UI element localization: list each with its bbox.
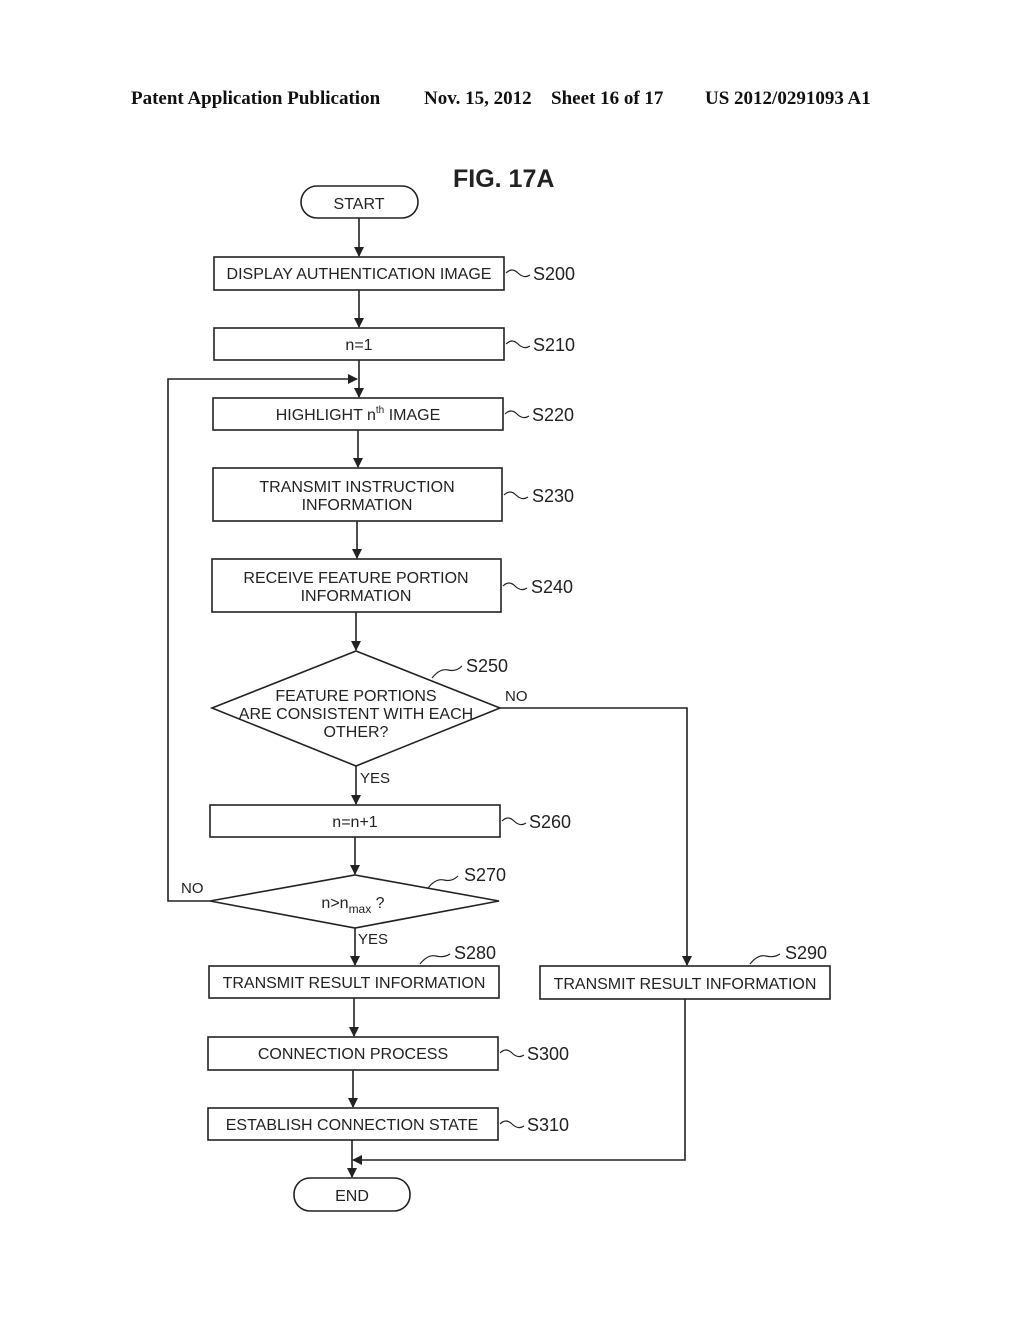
step-s220-text: HIGHLIGHT nth IMAGE — [276, 405, 441, 424]
leader-s230 — [503, 491, 529, 500]
step-s210-id: S210 — [533, 335, 575, 355]
figure-title: FIG. 17A — [453, 165, 554, 193]
step-s210: n=1 S210 — [213, 327, 575, 361]
step-s230-id: S230 — [532, 486, 574, 506]
leader-s210 — [505, 340, 531, 349]
step-s280-id: S280 — [454, 943, 496, 963]
step-s200-id: S200 — [533, 264, 575, 284]
step-s220-id: S220 — [532, 405, 574, 425]
leader-s200 — [505, 269, 531, 278]
leader-s290 — [749, 953, 781, 965]
step-s260-id: S260 — [529, 812, 571, 832]
decision-s270: n>nmax ? S270 NO YES — [181, 865, 506, 948]
decision-s250-text-line1: FEATURE PORTIONS — [275, 688, 436, 705]
decision-s270-id: S270 — [464, 865, 506, 885]
step-s200-text: DISPLAY AUTHENTICATION IMAGE — [227, 266, 492, 283]
leader-s280 — [419, 953, 451, 965]
step-s310: ESTABLISH CONNECTION STATE S310 — [207, 1107, 569, 1141]
step-s230-text-line1: TRANSMIT INSTRUCTION — [259, 479, 454, 496]
step-s200: DISPLAY AUTHENTICATION IMAGE S200 — [213, 256, 575, 291]
decision-s250-text-line3: OTHER? — [324, 724, 389, 741]
step-s280-text: TRANSMIT RESULT INFORMATION — [223, 975, 486, 992]
step-s290: TRANSMIT RESULT INFORMATION S290 — [539, 943, 831, 1000]
step-s300: CONNECTION PROCESS S300 — [207, 1036, 569, 1071]
start-terminal: START — [300, 185, 419, 219]
decision-s250-id: S250 — [466, 656, 508, 676]
step-s230-text-line2: INFORMATION — [302, 497, 413, 514]
decision-s270-no-label: NO — [181, 880, 204, 897]
arrow-s250-no-s290 — [500, 707, 692, 966]
step-s310-id: S310 — [527, 1115, 569, 1135]
step-s240-text-line2: INFORMATION — [301, 588, 412, 605]
leader-s270 — [427, 875, 459, 889]
leader-s310 — [499, 1120, 525, 1129]
step-s230: TRANSMIT INSTRUCTION INFORMATION S230 — [212, 467, 574, 522]
flowchart: FIG. 17A START DISPLAY AUTHENTICATION IM… — [167, 165, 831, 1212]
step-s260: n=n+1 S260 — [209, 804, 571, 838]
step-s240: RECEIVE FEATURE PORTION INFORMATION S240 — [211, 558, 573, 613]
step-s290-id: S290 — [785, 943, 827, 963]
step-s300-id: S300 — [527, 1044, 569, 1064]
decision-s250-no-label: NO — [505, 688, 528, 705]
leader-s250 — [431, 665, 463, 679]
end-terminal: END — [293, 1177, 411, 1212]
step-s210-text: n=1 — [345, 337, 372, 354]
step-s240-text-line1: RECEIVE FEATURE PORTION — [243, 570, 468, 587]
leader-s300 — [499, 1049, 525, 1058]
leader-s220 — [504, 410, 530, 419]
decision-s250-yes-label: YES — [360, 770, 390, 787]
step-s220: HIGHLIGHT nth IMAGE S220 — [212, 397, 574, 431]
decision-s270-yes-label: YES — [358, 931, 388, 948]
end-label: END — [335, 1188, 369, 1205]
step-s300-text: CONNECTION PROCESS — [258, 1046, 448, 1063]
step-s310-text: ESTABLISH CONNECTION STATE — [226, 1117, 478, 1134]
step-s290-text: TRANSMIT RESULT INFORMATION — [554, 976, 817, 993]
step-s260-text: n=n+1 — [332, 814, 377, 831]
leader-s260 — [501, 817, 527, 826]
step-s280: TRANSMIT RESULT INFORMATION S280 — [208, 943, 500, 999]
leader-s240 — [502, 582, 528, 591]
decision-s250-text-line2: ARE CONSISTENT WITH EACH — [239, 706, 473, 723]
decision-s250: FEATURE PORTIONS ARE CONSISTENT WITH EAC… — [209, 650, 528, 787]
start-label: START — [334, 196, 385, 213]
step-s240-id: S240 — [531, 577, 573, 597]
